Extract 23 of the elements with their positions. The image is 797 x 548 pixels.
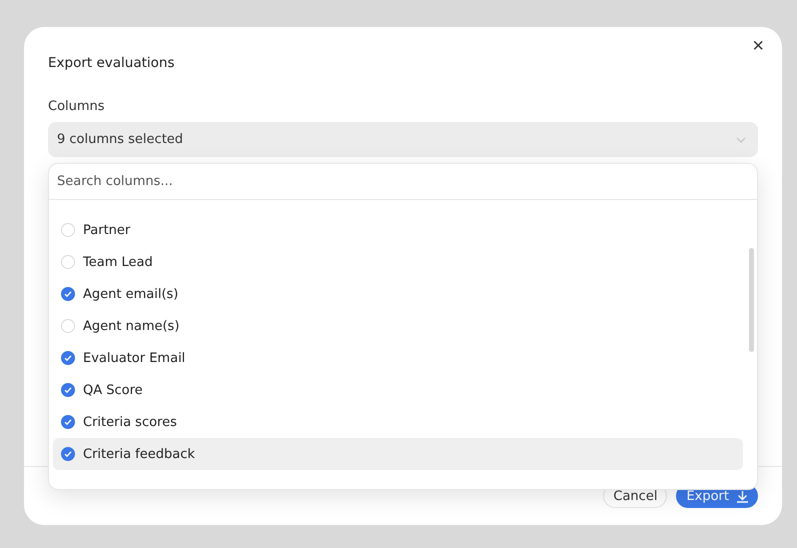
checked-circle-icon[interactable] bbox=[61, 415, 75, 429]
column-option[interactable]: Team Lead bbox=[53, 246, 743, 278]
unchecked-circle-icon[interactable] bbox=[61, 255, 75, 269]
unchecked-circle-icon[interactable] bbox=[61, 223, 75, 237]
columns-select[interactable]: 9 columns selected bbox=[48, 122, 758, 157]
unchecked-circle-icon[interactable] bbox=[61, 319, 75, 333]
checked-circle-icon[interactable] bbox=[61, 351, 75, 365]
checked-circle-icon[interactable] bbox=[61, 383, 75, 397]
checked-circle-icon[interactable] bbox=[61, 447, 75, 461]
column-option[interactable]: Evaluator Email bbox=[53, 342, 743, 374]
scrollbar[interactable] bbox=[749, 248, 754, 352]
chevron-down-icon bbox=[736, 136, 746, 142]
search-field[interactable]: Search columns... bbox=[49, 164, 757, 200]
column-option[interactable]: QA Score bbox=[53, 374, 743, 406]
checked-circle-icon[interactable] bbox=[61, 287, 75, 301]
dialog-title: Export evaluations bbox=[48, 55, 176, 73]
column-option[interactable]: Agent name(s) bbox=[53, 310, 743, 342]
column-option[interactable]: Criteria scores bbox=[53, 406, 743, 438]
column-option[interactable]: Criteria feedback bbox=[53, 438, 743, 470]
close-button[interactable]: × bbox=[750, 37, 766, 55]
column-option[interactable]: Partner bbox=[53, 214, 743, 246]
column-option[interactable]: Agent email(s) bbox=[53, 278, 743, 310]
columns-label: Columns bbox=[48, 99, 106, 114]
